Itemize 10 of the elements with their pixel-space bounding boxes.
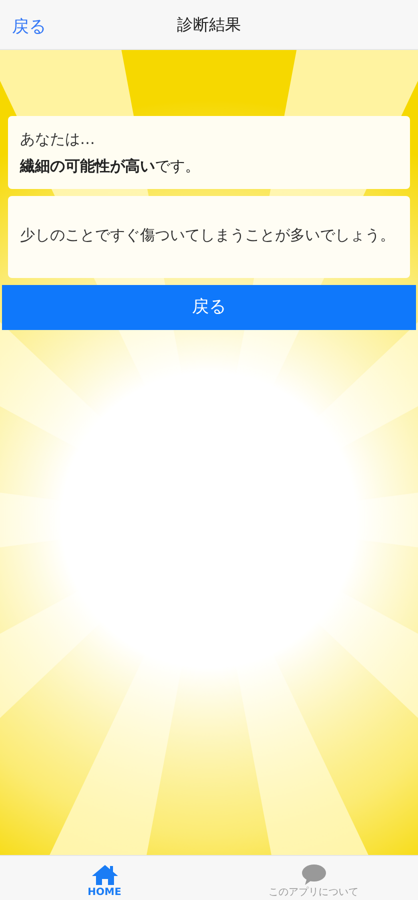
home-icon <box>90 864 118 886</box>
result-headline: 繊細の可能性が高いです。 <box>20 156 201 176</box>
back-link[interactable]: 戻る <box>12 15 46 40</box>
tab-item[interactable]: HOME <box>0 856 209 900</box>
intro-text: あなたは… <box>20 129 96 150</box>
description-text: 少しのことですぐ傷ついてしまうことが多いでしょう。 <box>20 225 396 246</box>
tab-item[interactable]: このアプリについて <box>209 856 418 900</box>
page-title: 診断結果 <box>177 14 241 36</box>
back-button[interactable]: 戻る <box>2 285 416 330</box>
chat-bubble-icon <box>300 864 326 886</box>
